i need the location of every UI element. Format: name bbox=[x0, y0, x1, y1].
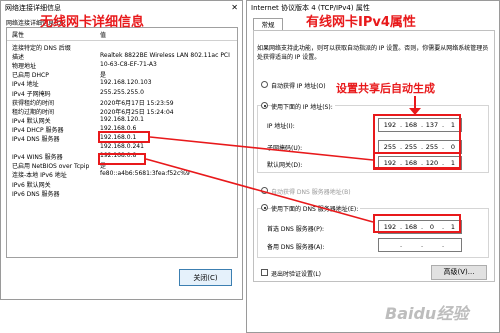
down-arrow-head bbox=[409, 108, 421, 115]
annotation-arrows bbox=[145, 96, 421, 223]
dns-link-line bbox=[145, 158, 374, 223]
watermark-text: Baidu经验 bbox=[385, 304, 469, 323]
gateway-link-line bbox=[149, 136, 374, 161]
